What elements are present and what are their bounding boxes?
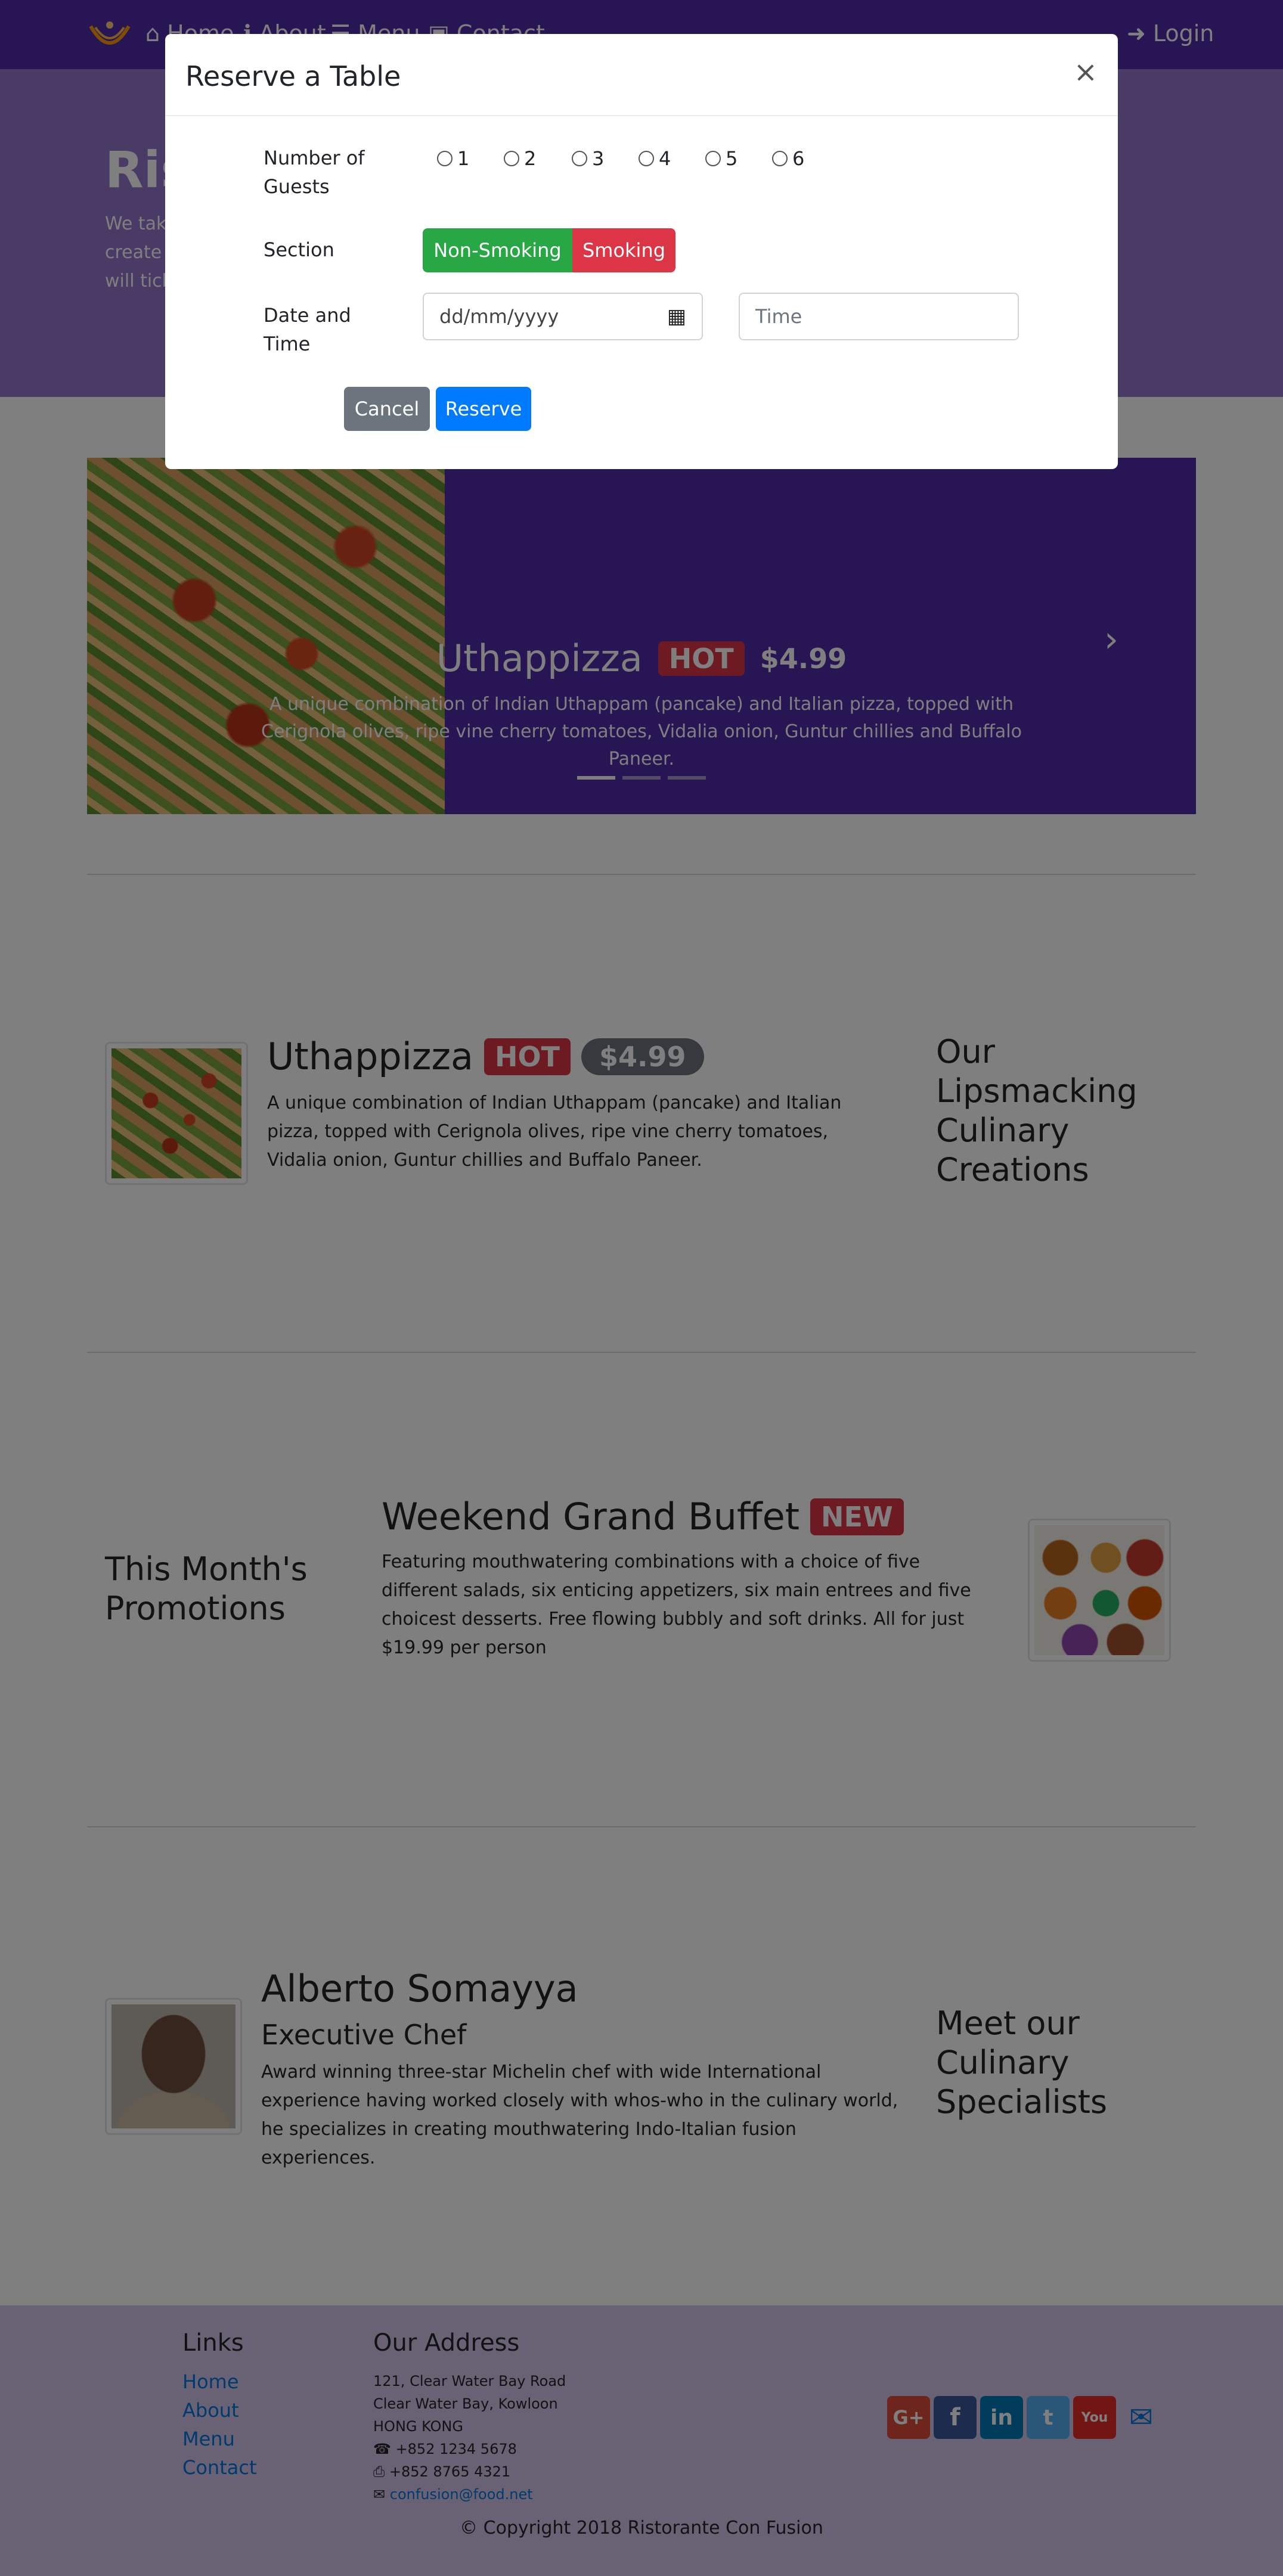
radio-circle[interactable] bbox=[504, 151, 519, 166]
date-input[interactable]: dd/mm/yyyy ▦ bbox=[423, 293, 703, 340]
guests-label: Number of Guests bbox=[264, 147, 365, 198]
time-placeholder: Time bbox=[755, 305, 802, 328]
calendar-icon[interactable]: ▦ bbox=[667, 305, 686, 328]
non-smoking-button[interactable]: Non-Smoking bbox=[423, 228, 572, 272]
datetime-label: Date and Time bbox=[264, 304, 351, 355]
modal-title: Reserve a Table bbox=[185, 60, 401, 92]
reserve-button[interactable]: Reserve bbox=[436, 387, 531, 431]
radio-label: 5 bbox=[726, 147, 738, 170]
radio-label: 2 bbox=[524, 147, 537, 170]
radio-circle[interactable] bbox=[639, 151, 654, 166]
radio-label: 1 bbox=[457, 147, 470, 170]
guests-radio-1[interactable]: 1 bbox=[437, 147, 469, 170]
modal-header: Reserve a Table × bbox=[165, 34, 1118, 116]
radio-circle[interactable] bbox=[772, 151, 788, 166]
guests-radio-2[interactable]: 2 bbox=[504, 147, 536, 170]
close-icon[interactable]: × bbox=[1074, 55, 1098, 89]
guests-radio-4[interactable]: 4 bbox=[639, 147, 671, 170]
radio-label: 4 bbox=[659, 147, 671, 170]
section-label: Section bbox=[264, 238, 334, 261]
reserve-modal: Reserve a Table × Number of Guests 1 2 3… bbox=[165, 34, 1118, 469]
guests-radio-6[interactable]: 6 bbox=[772, 147, 804, 170]
guests-radio-3[interactable]: 3 bbox=[572, 147, 604, 170]
radio-label: 3 bbox=[592, 147, 605, 170]
radio-circle[interactable] bbox=[437, 151, 453, 166]
cancel-button[interactable]: Cancel bbox=[344, 387, 430, 431]
date-placeholder: dd/mm/yyyy bbox=[439, 305, 559, 328]
radio-circle[interactable] bbox=[705, 151, 721, 166]
radio-label: 6 bbox=[792, 147, 805, 170]
smoking-button[interactable]: Smoking bbox=[572, 228, 675, 272]
guests-radio-5[interactable]: 5 bbox=[705, 147, 737, 170]
time-input[interactable]: Time bbox=[739, 293, 1019, 340]
radio-circle[interactable] bbox=[572, 151, 587, 166]
